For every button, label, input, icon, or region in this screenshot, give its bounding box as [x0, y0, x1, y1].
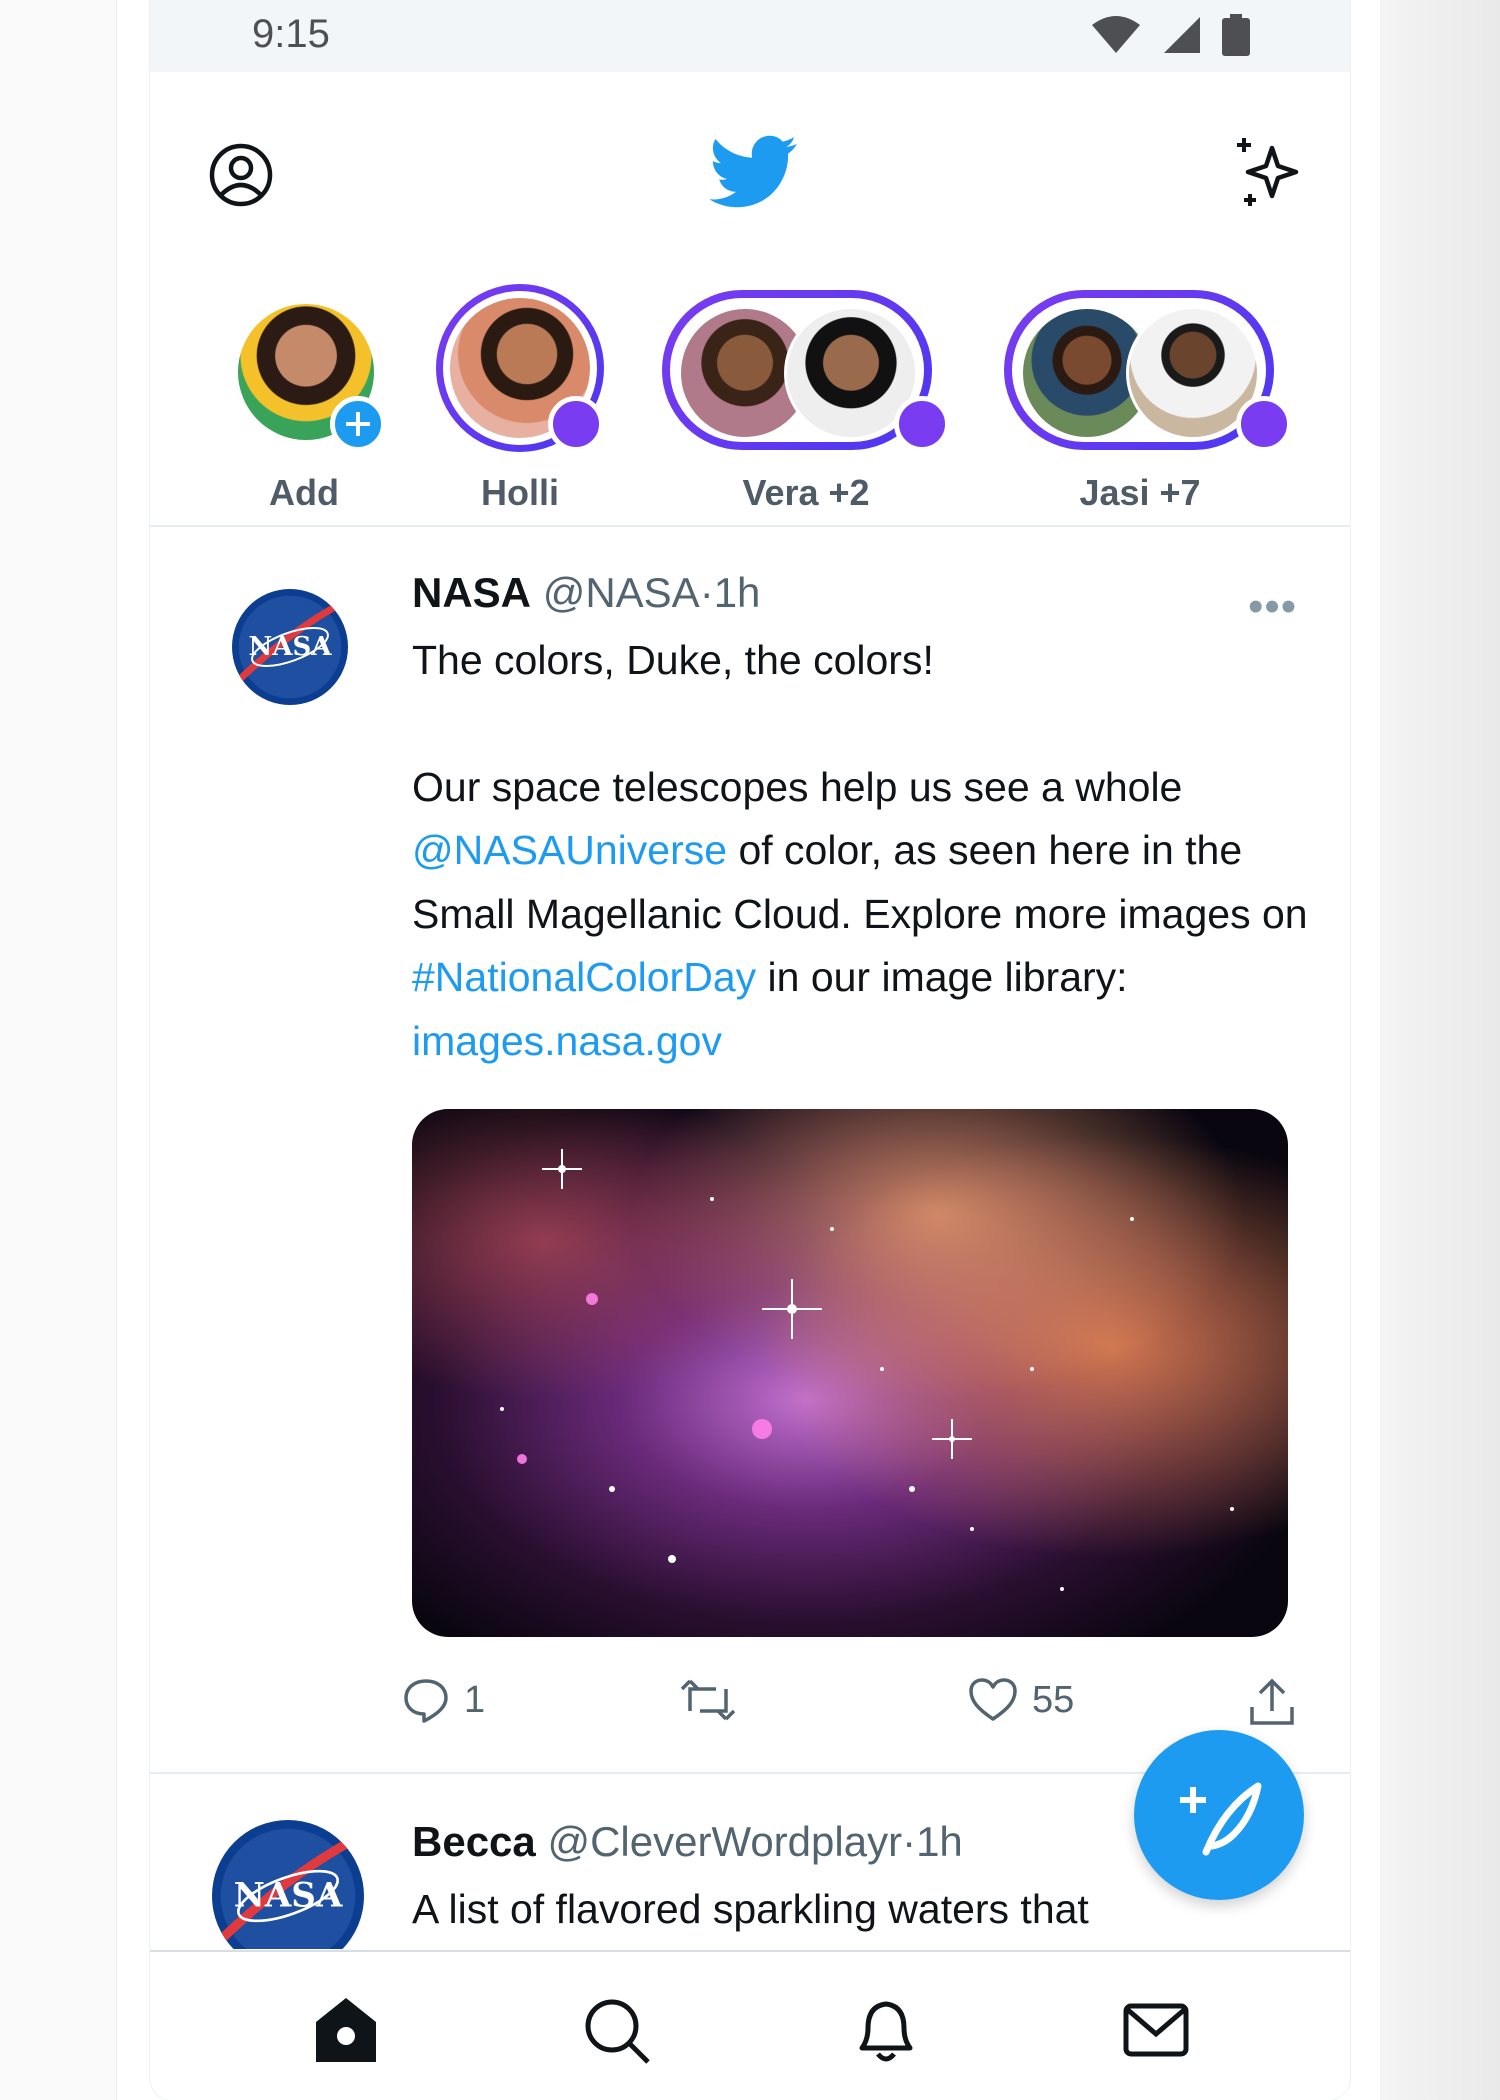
hashtag-link[interactable]: #NationalColorDay — [412, 954, 756, 1000]
battery-icon — [1222, 14, 1250, 56]
tweet-time[interactable]: 1h — [714, 569, 761, 616]
right-gutter — [1380, 0, 1500, 2100]
author-handle[interactable]: @CleverWordplayr — [547, 1818, 902, 1865]
author-handle[interactable]: @NASA — [543, 569, 700, 616]
fleet-badge — [894, 396, 950, 452]
top-bar — [150, 72, 1350, 272]
tweet-header: Becca @CleverWordplayr·1h — [412, 1818, 963, 1865]
wifi-icon — [1092, 16, 1140, 53]
fleets-row: Add Holli Vera +2 Jasi +7 — [150, 280, 1350, 527]
mention-link[interactable]: @NASAUniverse — [412, 827, 727, 873]
fleet-label: Jasi +7 — [1079, 472, 1201, 513]
tweet-time[interactable]: 1h — [916, 1818, 963, 1865]
fleet-label: Holli — [481, 472, 559, 513]
more-options-icon[interactable]: ••• — [1248, 582, 1297, 632]
cell-signal-icon — [1164, 17, 1200, 53]
status-bar: 9:15 — [150, 0, 1350, 72]
phone-screen: 9:15 Add Holli Vera +2 Jasi +7 NASA NASA… — [150, 0, 1350, 2100]
messages-icon[interactable] — [1118, 1992, 1194, 2068]
sparkle-icon[interactable] — [1230, 136, 1306, 212]
nasa-swoosh-icon: NASA — [216, 1831, 364, 1944]
compose-tweet-button[interactable] — [1134, 1730, 1304, 1900]
profile-icon[interactable] — [208, 142, 274, 208]
reply-button[interactable]: 1 — [402, 1677, 485, 1723]
add-fleet-badge — [330, 396, 386, 452]
share-icon — [1250, 1678, 1294, 1725]
fleet-badge — [1236, 396, 1292, 452]
url-link[interactable]: images.nasa.gov — [412, 1018, 722, 1064]
bottom-nav — [150, 1950, 1350, 2100]
reply-count: 1 — [464, 1678, 486, 1721]
tweet-image[interactable] — [412, 1109, 1288, 1637]
compose-feather-icon — [1180, 1782, 1262, 1856]
search-icon[interactable] — [578, 1992, 654, 2068]
left-gutter — [0, 0, 117, 2100]
tweet[interactable]: NASA NASA @NASA·1h ••• The colors, Duke,… — [150, 527, 1350, 1774]
notifications-icon[interactable] — [848, 1992, 924, 2068]
fleet-label: Vera +2 — [742, 472, 870, 513]
nasa-logo-avatar[interactable]: NASA — [232, 589, 348, 705]
fleet-label: Add — [269, 472, 339, 513]
share-button[interactable] — [1248, 1677, 1296, 1727]
twitter-bird-icon[interactable] — [710, 134, 798, 210]
like-count: 55 — [1032, 1678, 1075, 1721]
nasa-swoosh-icon: NASA — [235, 597, 348, 684]
home-icon[interactable] — [308, 1992, 384, 2068]
nebula-image — [412, 1109, 1288, 1637]
author-name[interactable]: NASA — [412, 569, 531, 616]
nasa-logo-avatar[interactable]: NASA — [212, 1820, 364, 1949]
retweet-icon — [680, 1679, 736, 1721]
fleet-badge — [548, 396, 604, 452]
tweet-header: NASA @NASA·1h — [412, 569, 761, 616]
tweet-line: The colors, Duke, the colors! — [412, 637, 934, 683]
svg-text:NASA: NASA — [249, 632, 333, 662]
tweet-text: The colors, Duke, the colors! Our space … — [412, 629, 1312, 1073]
status-time: 9:15 — [252, 12, 330, 56]
tweet-paragraph: Our space telescopes help us see a whole… — [412, 763, 1308, 1064]
like-icon — [969, 1678, 1017, 1721]
svg-text:NASA: NASA — [234, 1875, 343, 1915]
like-button[interactable]: 55 — [968, 1677, 1074, 1723]
author-name[interactable]: Becca — [412, 1818, 536, 1865]
reply-icon — [404, 1679, 448, 1723]
retweet-button[interactable] — [680, 1677, 736, 1723]
